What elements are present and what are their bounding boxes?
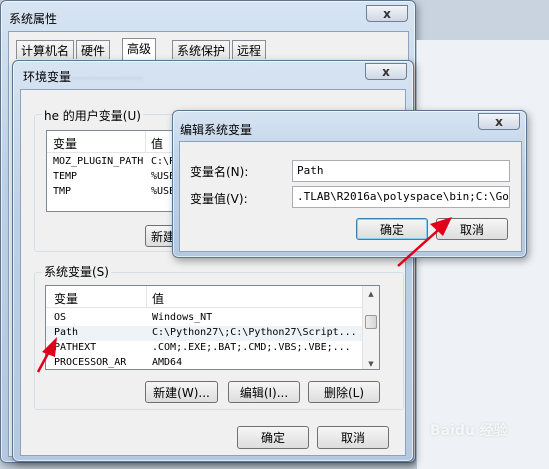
watermark-logo: Baidu 经验 (430, 423, 508, 439)
annotation-arrows (36, 217, 452, 373)
arrow-head-icon (42, 337, 57, 357)
